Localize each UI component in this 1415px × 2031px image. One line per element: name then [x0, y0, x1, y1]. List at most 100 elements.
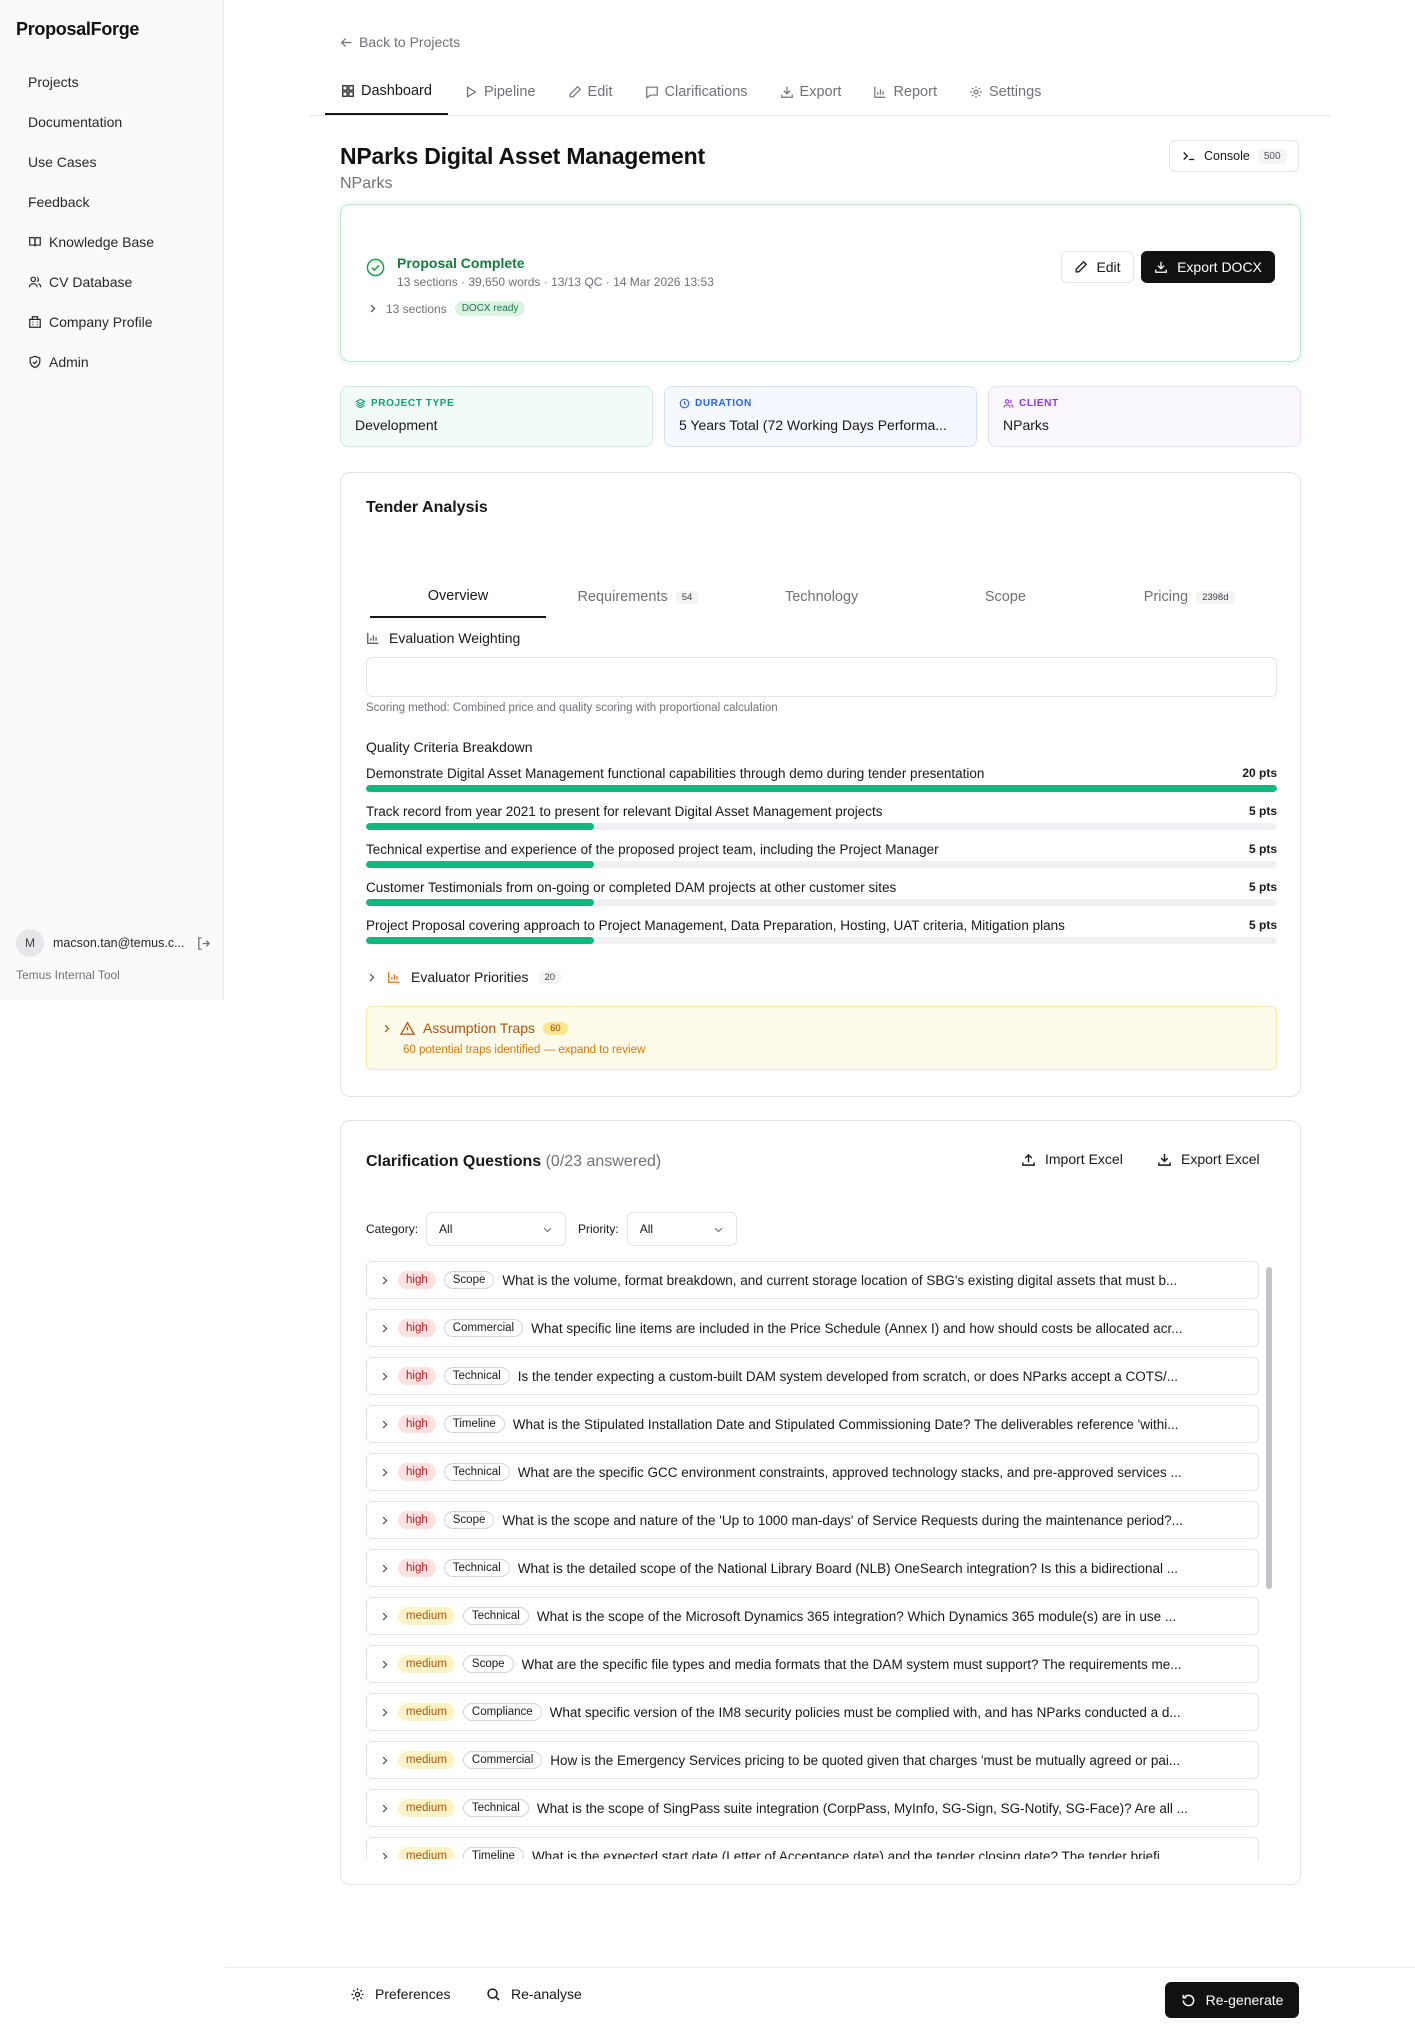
export-docx-button[interactable]: Export DOCX — [1141, 251, 1275, 283]
question-text: Is the tender expecting a custom-built D… — [517, 1368, 1178, 1384]
clarification-title: Clarification Questions (0/23 answered) — [366, 1153, 661, 1171]
back-link-label: Back to Projects — [359, 34, 461, 50]
tab-label: Report — [893, 83, 937, 100]
tab-scope[interactable]: Scope — [914, 576, 1098, 618]
priority-badge: medium — [398, 1607, 455, 1625]
criteria-item: Technical expertise and experience of th… — [366, 842, 1277, 868]
question-text: What are the specific file types and med… — [521, 1656, 1182, 1672]
sidebar-item-company-profile[interactable]: Company Profile — [16, 302, 208, 342]
import-excel-label: Import Excel — [1045, 1151, 1123, 1167]
question-text: What is the detailed scope of the Nation… — [517, 1560, 1179, 1576]
question-row[interactable]: high Technical What are the specific GCC e… — [366, 1453, 1259, 1491]
question-row[interactable]: medium Technical What is the scope of Sing… — [366, 1789, 1259, 1827]
building-icon — [29, 316, 41, 328]
scoring-method: Scoring method: Combined price and quali… — [366, 702, 778, 714]
import-excel-button[interactable]: Import Excel — [1021, 1151, 1123, 1167]
logout-icon[interactable] — [196, 936, 211, 951]
question-row[interactable]: high Timeline What is the Stipulated Insta… — [366, 1405, 1259, 1443]
check-circle-icon — [366, 258, 385, 277]
evaluation-weighting-box — [366, 657, 1277, 697]
sidebar-item-documentation[interactable]: Documentation — [16, 102, 208, 142]
sidebar-item-knowledge-base[interactable]: Knowledge Base — [16, 222, 208, 262]
back-link[interactable]: Back to Projects — [340, 34, 460, 50]
question-row[interactable]: high Technical Is the tender expecting a c… — [366, 1357, 1259, 1395]
criteria-item: Customer Testimonials from on-going or c… — [366, 880, 1277, 906]
question-row[interactable]: medium Scope What are the specific file ty… — [366, 1645, 1259, 1683]
tab-export[interactable]: Export — [764, 68, 858, 115]
criteria-points: 5 pts — [1248, 842, 1277, 856]
scrollbar-thumb[interactable] — [1266, 1267, 1272, 1589]
download-icon — [780, 86, 793, 98]
criteria-label: Demonstrate Digital Asset Management fun… — [366, 766, 985, 781]
sidebar-item-label: Company Profile — [49, 314, 153, 330]
criteria-points: 20 pts — [1242, 766, 1277, 780]
question-row[interactable]: medium Compliance What specific version of… — [366, 1693, 1259, 1731]
avatar[interactable]: M — [16, 929, 44, 957]
question-row[interactable]: high Technical What is the detailed scope … — [366, 1549, 1259, 1587]
filter-bar: Category: All Priority: All — [366, 1212, 737, 1246]
question-row[interactable]: high Scope What is the scope and nature of… — [366, 1501, 1259, 1539]
console-button[interactable]: Console 500 — [1169, 140, 1299, 172]
question-row[interactable]: high Scope What is the volume, format brea… — [366, 1261, 1259, 1299]
sidebar-item-projects[interactable]: Projects — [16, 62, 208, 102]
user-profile: M macson.tan@temus.c... — [16, 929, 212, 957]
chevron-right-icon — [382, 1516, 388, 1524]
chevron-down-icon — [714, 1227, 723, 1232]
priority-select[interactable]: All — [626, 1212, 737, 1246]
clarification-title-text: Clarification Questions — [366, 1153, 542, 1170]
chevron-right-icon — [382, 1372, 388, 1380]
chevron-right-icon — [370, 304, 376, 313]
tab-count-badge: 54 — [675, 590, 699, 604]
chevron-right-icon — [382, 1756, 388, 1764]
assumption-traps-panel[interactable]: Assumption Traps 60 60 potential traps i… — [366, 1006, 1277, 1070]
evaluator-count-badge: 20 — [538, 970, 562, 984]
priority-badge: high — [398, 1559, 436, 1577]
play-icon — [466, 85, 477, 98]
criteria-bar — [366, 785, 1277, 792]
preferences-button[interactable]: Preferences — [350, 1986, 450, 2002]
criteria-bar — [366, 937, 1277, 944]
tab-settings[interactable]: Settings — [953, 68, 1057, 115]
category-badge: Technical — [443, 1367, 510, 1385]
question-row[interactable]: high Commercial What specific line items a… — [366, 1309, 1259, 1347]
tab-edit[interactable]: Edit — [552, 68, 629, 115]
tender-analysis-card: Tender Analysis Overview Requirements 54 … — [340, 472, 1301, 1097]
tab-overview[interactable]: Overview — [370, 576, 546, 618]
category-badge: Compliance — [462, 1703, 542, 1721]
brand-logo[interactable]: ProposalForge — [16, 19, 139, 40]
questions-list[interactable]: high Scope What is the volume, format brea… — [366, 1261, 1259, 1859]
refresh-icon — [1182, 1994, 1194, 2006]
tab-technology[interactable]: Technology — [730, 576, 914, 618]
tab-report[interactable]: Report — [857, 68, 953, 115]
priority-badge: high — [398, 1415, 436, 1433]
category-select[interactable]: All — [426, 1212, 567, 1246]
question-text: How is the Emergency Services pricing to… — [550, 1752, 1181, 1768]
sidebar-item-feedback[interactable]: Feedback — [16, 182, 208, 222]
criteria-bar-fill — [366, 861, 594, 868]
tab-label: Export — [799, 83, 842, 100]
tab-requirements[interactable]: Requirements 54 — [546, 576, 730, 618]
tab-pricing[interactable]: Pricing 2398d — [1097, 576, 1281, 618]
regenerate-button[interactable]: Re-generate — [1165, 1982, 1299, 2018]
chevron-right-icon — [384, 1024, 390, 1032]
question-row[interactable]: medium Commercial How is the Emergency Ser… — [366, 1741, 1259, 1779]
quality-criteria-heading: Quality Criteria Breakdown — [366, 739, 533, 755]
tab-dashboard[interactable]: Dashboard — [325, 68, 448, 115]
message-icon — [645, 86, 658, 99]
question-row[interactable]: medium Timeline What is the expected start… — [366, 1837, 1259, 1859]
tab-clarifications[interactable]: Clarifications — [629, 68, 764, 115]
criteria-bar-fill — [366, 899, 594, 906]
sidebar-item-cv-database[interactable]: CV Database — [16, 262, 208, 302]
sidebar-item-use-cases[interactable]: Use Cases — [16, 142, 208, 182]
priority-badge: high — [398, 1271, 436, 1289]
evaluator-priorities-toggle[interactable]: Evaluator Priorities 20 — [366, 969, 562, 985]
sections-toggle[interactable]: 13 sections DOCX ready — [367, 301, 526, 316]
category-badge: Scope — [443, 1511, 495, 1529]
sidebar-item-admin[interactable]: Admin — [16, 342, 208, 382]
question-row[interactable]: medium Technical What is the scope of the … — [366, 1597, 1259, 1635]
export-excel-button[interactable]: Export Excel — [1157, 1151, 1260, 1167]
reanalyse-button[interactable]: Re-analyse — [486, 1986, 582, 2002]
edit-button[interactable]: Edit — [1061, 251, 1134, 283]
tab-pipeline[interactable]: Pipeline — [448, 68, 552, 115]
chevron-down-icon — [543, 1227, 552, 1232]
